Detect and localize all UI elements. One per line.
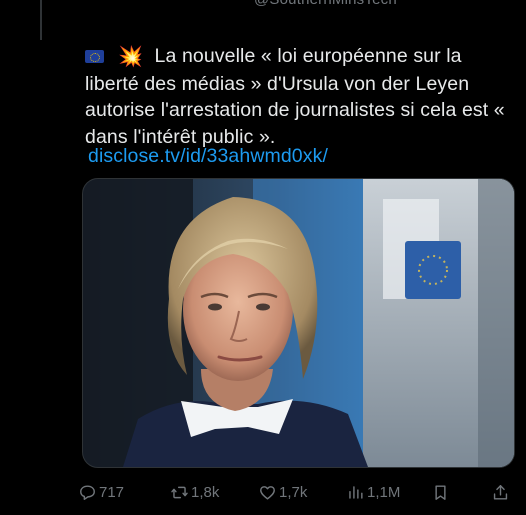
views-count: 1,1M [367,483,401,501]
tweet-image[interactable] [82,178,515,468]
retweet-icon [171,486,188,498]
eu-flag-icon [85,50,104,63]
portrait-photo [83,179,514,467]
reply-button[interactable]: 717 [78,480,124,504]
thread-line [40,0,42,40]
collision-icon: 💥 [118,46,144,68]
share-icon [493,484,508,500]
like-icon [260,485,275,500]
retweet-count: 1,8k [191,483,220,501]
like-count: 1,7k [279,483,308,501]
tweet-body: La nouvelle « loi européenne sur la libe… [85,45,505,148]
action-bar: 717 1,8k 1,7k 1,1M [78,480,518,504]
author-handle[interactable]: @SouthernMinsTech [254,0,397,8]
tweet-text: 💥 La nouvelle « loi européenne sur la li… [85,43,515,150]
views-button[interactable]: 1,1M [346,480,400,504]
retweet-button[interactable]: 1,8k [170,480,219,504]
reply-icon [80,484,95,500]
views-icon [349,485,363,499]
reply-count: 717 [99,483,125,501]
bookmark-button[interactable] [431,480,450,504]
share-button[interactable] [491,480,510,504]
tweet-link[interactable]: disclose.tv/id/33ahwmd0xk/ [88,145,328,168]
like-button[interactable]: 1,7k [258,480,307,504]
bookmark-icon [435,484,446,500]
eu-flag-background [405,241,461,299]
